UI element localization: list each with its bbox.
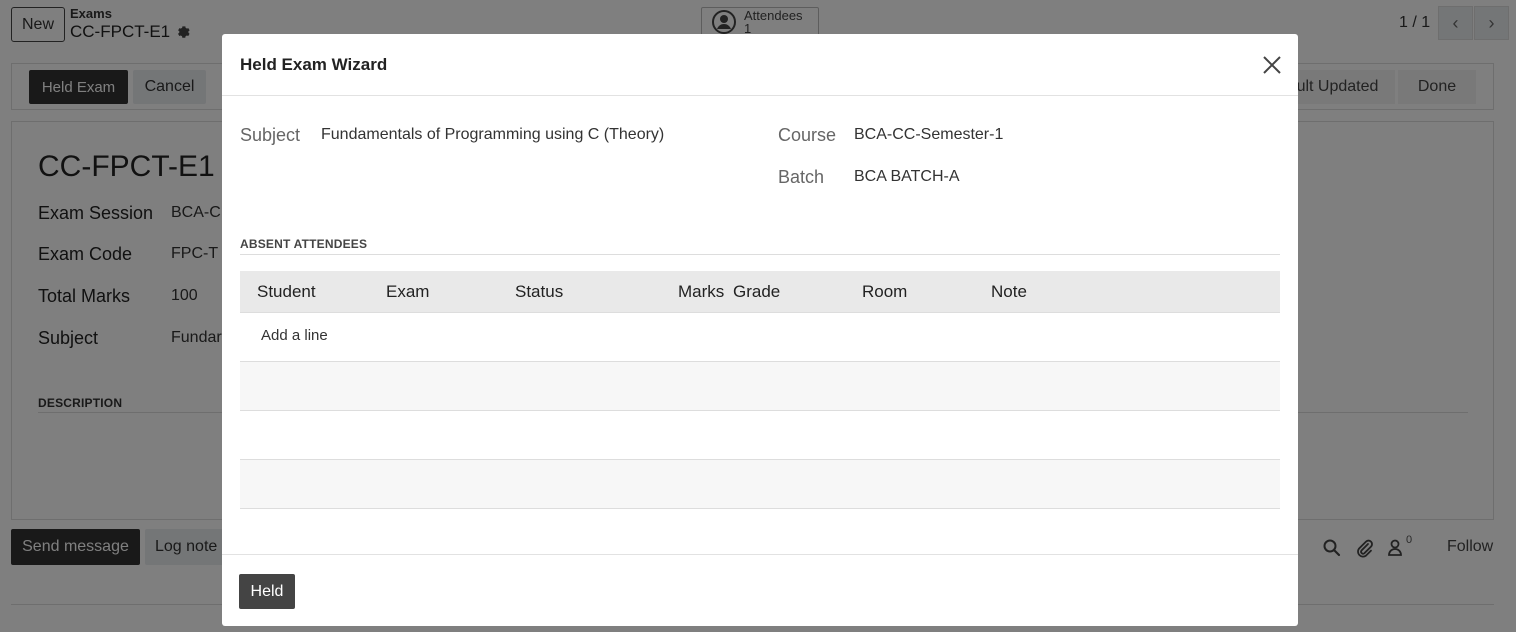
subject-label: Subject: [240, 125, 301, 145]
table-row: Add a line: [240, 313, 1280, 362]
modal-header: Held Exam Wizard: [222, 34, 1298, 96]
table-header: Student Exam Status Marks Grade Room Not…: [240, 271, 1280, 313]
column-header-room[interactable]: Room: [862, 282, 907, 302]
column-header-marks[interactable]: Marks: [678, 282, 724, 302]
batch-label: Batch: [778, 167, 825, 187]
subject-value[interactable]: Fundamentals of Programming using C (The…: [321, 126, 664, 144]
column-header-grade[interactable]: Grade: [733, 282, 780, 302]
column-header-exam[interactable]: Exam: [386, 282, 429, 302]
column-header-status[interactable]: Status: [515, 282, 563, 302]
modal-title: Held Exam Wizard: [240, 55, 388, 74]
held-button[interactable]: Held: [239, 574, 295, 609]
absent-attendees-table: Student Exam Status Marks Grade Room Not…: [240, 271, 1280, 509]
course-label: Course: [778, 125, 837, 145]
close-icon[interactable]: [1260, 53, 1284, 77]
batch-value[interactable]: BCA BATCH-A: [854, 168, 960, 186]
modal-footer: Held: [222, 554, 1298, 626]
table-row: [240, 411, 1280, 460]
absent-attendees-title: ABSENT ATTENDEES: [240, 237, 368, 251]
table-row: [240, 460, 1280, 509]
table-row: [240, 362, 1280, 411]
column-header-student[interactable]: Student: [257, 282, 316, 302]
held-exam-wizard-dialog: Held Exam Wizard Subject Fundamentals of…: [222, 34, 1298, 626]
section-divider: [240, 254, 1280, 255]
column-header-note[interactable]: Note: [991, 282, 1027, 302]
course-value[interactable]: BCA-CC-Semester-1: [854, 126, 1003, 144]
add-line-link[interactable]: Add a line: [261, 327, 328, 344]
